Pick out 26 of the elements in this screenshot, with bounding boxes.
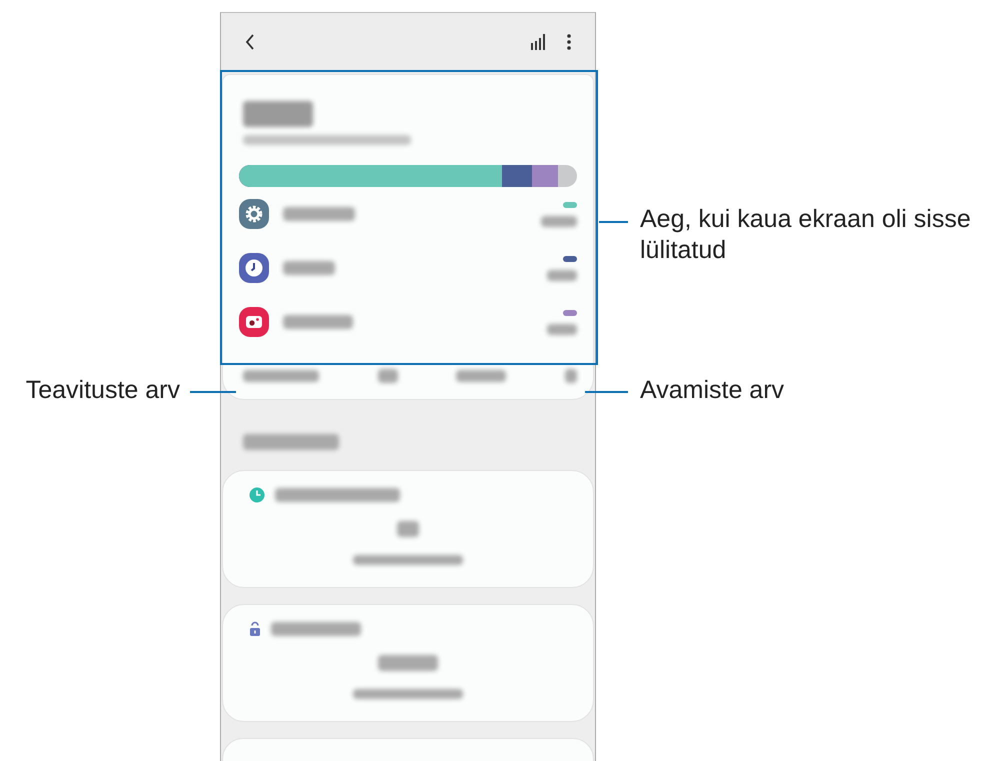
leader-line	[599, 221, 628, 223]
leader-line	[585, 391, 628, 393]
blurred-text	[378, 369, 398, 383]
blurred-text	[283, 261, 335, 275]
blurred-text	[283, 315, 353, 329]
callout-label: Avamiste arv	[640, 375, 784, 406]
blurred-text	[378, 655, 438, 671]
back-icon[interactable]	[245, 32, 255, 50]
callout-label: Aeg, kui kaua ekraan oli sisse lülitatud	[640, 204, 972, 266]
blurred-text	[456, 370, 506, 382]
blurred-text	[243, 101, 313, 127]
more-options-icon[interactable]	[567, 34, 571, 50]
blurred-text	[283, 207, 355, 221]
blurred-text	[547, 270, 577, 280]
blurred-text	[541, 216, 577, 226]
blurred-text	[547, 324, 577, 334]
callout-label: Teavituste arv	[24, 375, 180, 406]
padlock-icon	[249, 621, 261, 637]
blurred-text	[397, 521, 419, 537]
camera-icon	[239, 307, 269, 337]
blurred-text	[564, 369, 577, 383]
bar-chart-icon[interactable]	[531, 34, 545, 50]
leader-line	[190, 391, 236, 393]
gear-icon	[239, 199, 269, 229]
clock-icon	[249, 487, 265, 503]
clock-icon	[239, 253, 269, 283]
